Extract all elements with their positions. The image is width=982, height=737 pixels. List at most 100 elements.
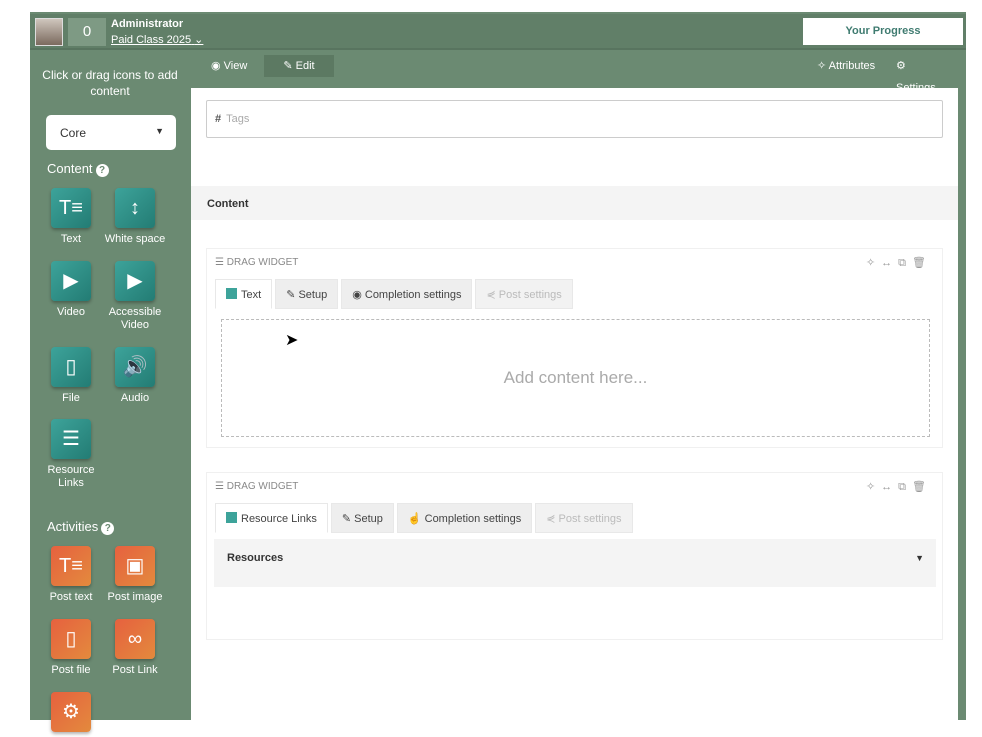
text-icon: T≡: [51, 188, 91, 228]
view-label: View: [223, 60, 248, 72]
eye-icon: ◉: [211, 60, 224, 72]
tab-text[interactable]: Text: [215, 279, 273, 309]
tile-label: Post text: [49, 591, 93, 603]
tile-label: Video: [57, 306, 85, 318]
white-space-icon: ↕: [115, 188, 155, 228]
tile-label: File: [62, 392, 80, 404]
copy-icon[interactable]: ⧉: [898, 481, 912, 493]
pencil-icon: ✎: [283, 60, 296, 72]
attributes-button[interactable]: ✧ Attributes: [807, 55, 885, 77]
tile-post-text[interactable]: T≡ Post text: [36, 546, 106, 604]
post-image-icon: ▣: [115, 546, 155, 586]
tab-resource-links[interactable]: Resource Links: [215, 503, 328, 533]
content-heading: Content?: [47, 161, 109, 177]
tab-post-settings[interactable]: ⋞ Post settings: [535, 503, 633, 533]
tile-white-space[interactable]: ↕ White space: [100, 188, 170, 246]
user-role: Administrator: [111, 18, 184, 30]
your-progress-button[interactable]: Your Progress: [803, 18, 963, 45]
text-widget: ☰ DRAG WIDGET ✧↔⧉🗑 Text ✎ Setup ◉ Comple…: [206, 248, 943, 448]
tile-audio[interactable]: 🔊 Audio: [100, 347, 170, 405]
trash-icon[interactable]: 🗑: [912, 257, 932, 269]
tags-placeholder: Tags: [226, 113, 250, 125]
content-section-header: Content: [191, 186, 958, 220]
dropdown-value: Core: [60, 126, 87, 140]
score-badge: 0: [68, 18, 106, 46]
edit-label: Edit: [295, 60, 315, 72]
tab-label: Setup: [298, 289, 328, 301]
widget-tools: ✧↔⧉🗑: [866, 256, 932, 270]
drag-handle[interactable]: ☰ DRAG WIDGET: [215, 257, 298, 268]
tab-label: Post settings: [558, 513, 622, 525]
tab-label: Completion settings: [364, 289, 462, 301]
tab-setup[interactable]: ✎ Setup: [330, 503, 394, 533]
magic-wand-icon[interactable]: ✧: [866, 257, 881, 269]
resources-accordion[interactable]: Resources ▼: [214, 539, 936, 587]
tags-input[interactable]: # Tags: [206, 100, 943, 138]
caret-down-icon: ▼: [155, 126, 164, 136]
tab-label: Post settings: [498, 289, 562, 301]
video-icon: ▶: [115, 261, 155, 301]
tile-post-file[interactable]: ▯ Post file: [36, 619, 106, 677]
tile-activity-more[interactable]: ⚙: [36, 692, 106, 737]
sidebar: Click or drag icons to add content Core ▼…: [30, 52, 190, 732]
tab-completion-settings[interactable]: ☝ Completion settings: [396, 503, 533, 533]
tile-video[interactable]: ▶ Video: [36, 261, 106, 319]
move-icon[interactable]: ↔: [881, 481, 898, 493]
view-edit-bar: ◉ View ✎ Edit ✧ Attributes ⚙ Settings: [191, 52, 958, 94]
file-icon: ▯: [51, 347, 91, 387]
video-icon: ▶: [51, 261, 91, 301]
move-icon[interactable]: ↔: [881, 257, 898, 269]
avatar[interactable]: [35, 18, 63, 46]
main-editor: # Tags Content ☰ DRAG WIDGET ✧↔⧉🗑 Text ✎ …: [191, 88, 958, 720]
pencil-icon: ✎: [341, 513, 355, 525]
content-dropzone[interactable]: Add content here...: [221, 319, 930, 437]
resource-links-icon: [226, 512, 237, 523]
content-heading-label: Content: [47, 161, 93, 176]
tab-post-settings[interactable]: ⋞ Post settings: [475, 279, 573, 309]
share-icon: ⋞: [486, 289, 499, 301]
tab-setup[interactable]: ✎ Setup: [275, 279, 339, 309]
tile-label: Text: [60, 233, 82, 245]
drag-label: DRAG WIDGET: [226, 481, 299, 492]
tab-label: Resource Links: [241, 513, 317, 525]
share-icon: ⋞: [546, 513, 559, 525]
audio-icon: 🔊: [115, 347, 155, 387]
drag-handle[interactable]: ☰ DRAG WIDGET: [215, 481, 298, 492]
tile-file[interactable]: ▯ File: [36, 347, 106, 405]
category-dropdown[interactable]: Core ▼: [46, 115, 176, 150]
class-selector[interactable]: Paid Class 2025 ⌄: [111, 33, 203, 46]
tile-resource-links[interactable]: ☰ Resource Links: [36, 419, 106, 490]
post-settings-file-icon: ⚙: [51, 692, 91, 732]
tile-label: Post image: [107, 591, 163, 603]
widget-tools: ✧↔⧉🗑: [866, 480, 932, 494]
post-text-icon: T≡: [51, 546, 91, 586]
tile-post-link[interactable]: ∞ Post Link: [100, 619, 170, 677]
help-icon[interactable]: ?: [95, 164, 109, 177]
magic-wand-icon[interactable]: ✧: [866, 481, 881, 493]
tab-label: Setup: [354, 513, 383, 525]
tile-label: Resource Links: [47, 464, 95, 489]
tile-label: Post Link: [112, 664, 158, 676]
tile-label: Post file: [51, 664, 91, 676]
magic-wand-icon: ✧: [817, 60, 829, 72]
settings-button[interactable]: ⚙ Settings: [886, 55, 958, 94]
edit-tab[interactable]: ✎ Edit: [264, 55, 334, 77]
tile-label: White space: [104, 233, 166, 245]
mouse-cursor-icon: ➤: [285, 332, 299, 349]
class-name: Paid Class 2025: [111, 34, 192, 46]
gears-icon: ⚙: [896, 60, 906, 72]
tile-text[interactable]: T≡ Text: [36, 188, 106, 246]
view-tab[interactable]: ◉ View: [201, 55, 257, 77]
tile-post-image[interactable]: ▣ Post image: [100, 546, 170, 604]
help-icon[interactable]: ?: [101, 522, 115, 535]
tab-label: Text: [241, 289, 262, 301]
hash-icon: #: [215, 113, 222, 125]
activities-heading-label: Activities: [47, 519, 99, 534]
copy-icon[interactable]: ⧉: [898, 257, 912, 269]
attributes-label: Attributes: [828, 60, 876, 72]
post-link-icon: ∞: [115, 619, 155, 659]
tab-completion-settings[interactable]: ◉ Completion settings: [341, 279, 473, 309]
tile-accessible-video[interactable]: ▶ Accessible Video: [100, 261, 170, 332]
trash-icon[interactable]: 🗑: [912, 481, 932, 493]
text-icon: [226, 288, 237, 299]
